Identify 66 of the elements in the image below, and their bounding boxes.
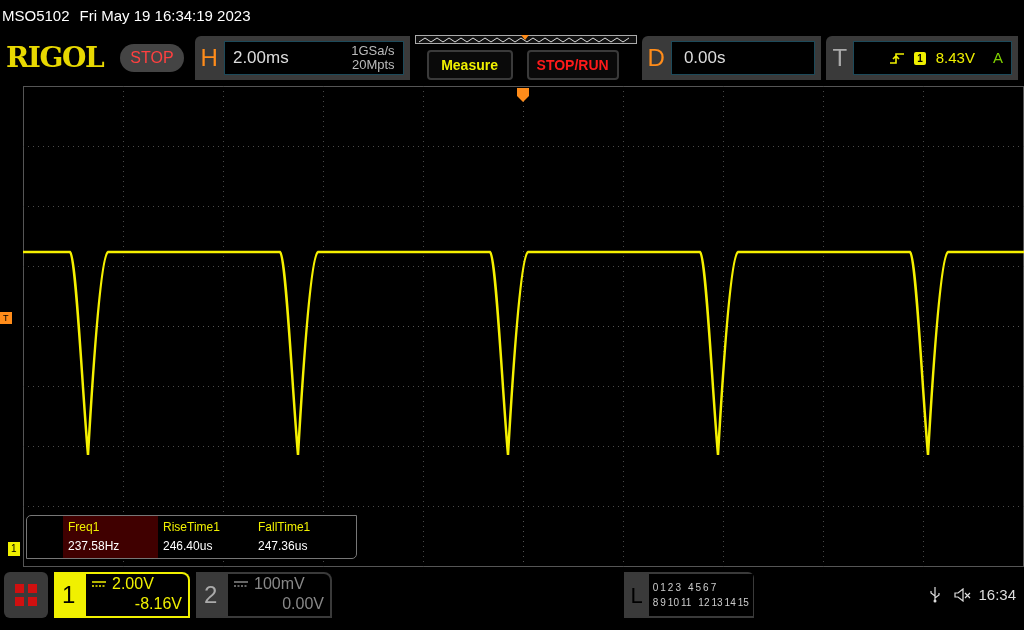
measurement-value: 246.40us [163,538,214,555]
logic-channel-label: 1 [660,581,666,595]
run-status-badge: STOP [120,44,184,72]
trigger-panel[interactable]: T 1 8.43V A [826,36,1018,80]
clock: 16:34 [978,584,1016,605]
measurement-value: 247.36us [258,538,309,555]
channel-offset: 0.00V [282,594,324,614]
grid-icon [15,584,37,606]
delay-value: 0.00s [683,47,726,70]
date-time: Fri May 19 16:34:19 2023 [79,5,251,26]
trigger-level-marker: T [0,312,12,324]
logic-channel-label: 12 [698,596,710,610]
channel-offset: -8.16V [134,594,182,614]
logic-channel-label: 5 [695,581,702,595]
logic-channel-label: 13 [711,596,723,610]
logic-channel-label: 8 [652,596,659,610]
channel-number: 1 [62,580,77,610]
memory-waveform-icon [414,35,637,45]
dc-coupling-icon [92,581,106,587]
muted-speaker-icon [954,588,973,602]
measurement-value: 237.58Hz [68,538,121,555]
logic-channel-label: 11 [680,596,692,610]
logo: RIGOL [6,40,105,76]
channel-scale: 2.00V [112,574,154,594]
measurement-name: FallTime1 [258,519,312,536]
stop-run-button[interactable]: STOP/RUN [526,50,619,80]
trigger-mode: A [992,47,1003,68]
logic-channel-label: 3 [675,581,681,595]
horizontal-panel[interactable]: H 2.00ms 1GSa/s 20Mpts [194,36,410,80]
trigger-level: 8.43V [935,47,975,68]
channel-panel[interactable]: 2 100mV 0.00V [196,572,332,618]
logic-channel-label: 2 [667,581,674,595]
channel-marker: 1 [8,542,20,556]
measure-button[interactable]: Measure [426,50,513,80]
horizontal-label: H [200,43,218,73]
channel-panel[interactable]: 1 2.00V -8.16V [54,572,190,618]
logic-channel-label: 6 [703,581,709,595]
dc-coupling-icon [234,581,248,587]
logic-channel-label: 15 [737,596,749,610]
trigger-source-badge: 1 [914,51,926,65]
logic-channel-label: 9 [660,596,666,610]
channel-number: 2 [204,580,219,610]
delay-label: D [647,43,665,73]
sample-rate: 1GSa/s [351,44,395,58]
logic-channel-label: 7 [710,581,717,595]
trigger-label: T [832,43,848,73]
measurement-item[interactable]: Freq1 237.58Hz [63,516,158,558]
measurement-item[interactable]: FallTime1 247.36us [253,516,348,558]
logic-panel[interactable]: L 0 1 2 3 4 5 6 7 8 9 10 11 12 13 14 15 [624,572,755,618]
delay-panel[interactable]: D 0.00s [641,36,822,80]
rising-edge-icon [890,51,905,65]
memory-depth: 20Mpts [351,58,395,72]
logic-channel-label: 10 [667,596,679,610]
logic-channel-label: 14 [724,596,736,610]
logic-channel-label: 4 [687,581,694,595]
channel-scale: 100mV [254,574,305,594]
model-name: MSO5102 [2,5,70,26]
logic-label: L [630,581,643,610]
measurement-name: Freq1 [68,519,101,536]
logic-channel-label: 0 [652,581,659,595]
measurement-item[interactable]: RiseTime1 246.40us [158,516,253,558]
trigger-position-icon [517,88,529,102]
usb-icon [930,587,941,603]
measurement-name: RiseTime1 [163,519,221,536]
menu-button[interactable] [4,572,48,618]
timebase-value: 2.00ms [232,47,289,70]
